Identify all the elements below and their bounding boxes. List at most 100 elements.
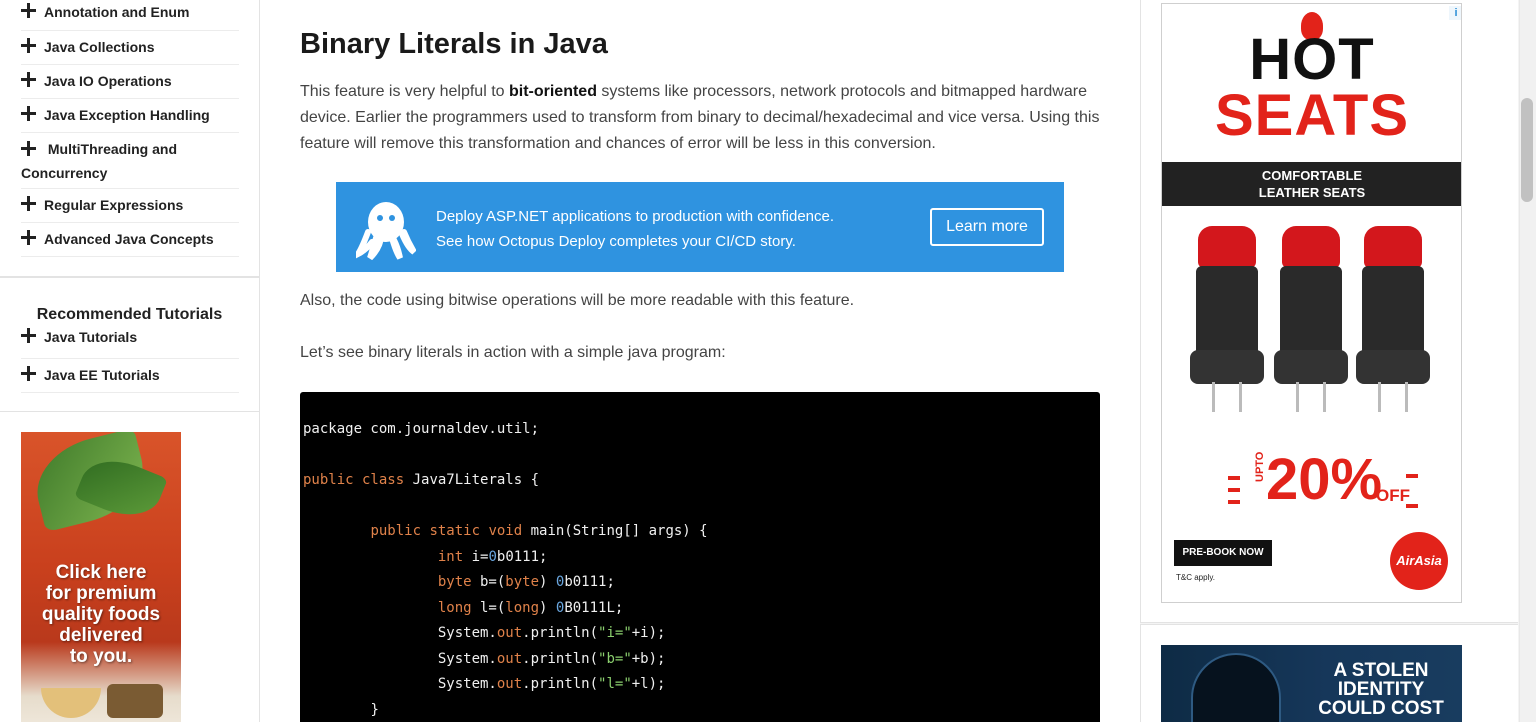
seat-image — [1274, 222, 1348, 412]
prebook-button[interactable]: PRE-BOOK NOW — [1174, 540, 1272, 566]
main-content: Binary Literals in Java This feature is … — [260, 0, 1140, 722]
food-bowl-image — [41, 688, 101, 718]
right-ad-container: i x HOT SEATS COMFORTABLE LEATHER SEATS — [1140, 0, 1518, 623]
plus-icon — [21, 106, 36, 121]
article-paragraph: Also, the code using bitwise operations … — [300, 292, 855, 309]
sidebar-item-exception-handling[interactable]: Java Exception Handling — [21, 99, 239, 133]
plus-icon — [21, 328, 36, 343]
code-keyword: byte — [505, 574, 540, 590]
ad-headline-seats: SEATS — [1214, 83, 1410, 148]
recommended-tutorials: Recommended Tutorials Java Tutorials Jav… — [0, 277, 260, 412]
bold-term: bit-oriented — [508, 83, 597, 100]
recommended-list: Java Tutorials Java EE Tutorials — [0, 325, 259, 393]
code-text: } — [370, 701, 379, 718]
ad-off-label: OFF — [1376, 486, 1410, 505]
learn-more-button[interactable]: Learn more — [930, 208, 1044, 246]
code-number: 0 — [488, 548, 497, 565]
scrollbar-thumb[interactable] — [1521, 98, 1533, 202]
sidebar-item-label: Java IO Operations — [44, 73, 172, 89]
terms-text: T&C apply. — [1176, 573, 1215, 582]
right-sidebar: i x HOT SEATS COMFORTABLE LEATHER SEATS — [1140, 0, 1520, 722]
article-paragraph: This feature is very helpful to bit-orie… — [300, 79, 1100, 157]
sidebar-item-regular-expressions[interactable]: Regular Expressions — [21, 189, 239, 223]
banner-text: Deploy ASP.NET applications to productio… — [436, 204, 916, 254]
food-dish-image — [107, 684, 163, 718]
code-keyword: long — [437, 599, 472, 616]
food-ad-banner[interactable]: Click here for premium quality foods del… — [21, 432, 181, 722]
plus-icon — [21, 366, 36, 381]
sidebar-item-advanced-java[interactable]: Advanced Java Concepts — [21, 223, 239, 257]
code-text: .println( — [522, 650, 599, 667]
code-string: "i=" — [598, 625, 632, 641]
code-keyword: int — [437, 548, 464, 565]
code-string: "l=" — [598, 676, 632, 692]
octopus-ad-banner[interactable]: Deploy ASP.NET applications to productio… — [336, 182, 1064, 272]
code-text: b=( — [471, 574, 506, 590]
plus-icon — [21, 196, 36, 211]
sidebar-item-annotation-enum[interactable]: Annotation and Enum — [21, 0, 239, 31]
article-paragraph: Let’s see binary literals in action with… — [300, 344, 726, 361]
code-text: +l); — [631, 676, 666, 692]
ad-subheadline: COMFORTABLE LEATHER SEATS — [1162, 162, 1461, 206]
seat-legs — [1378, 382, 1408, 412]
sidebar-item-java-ee-tutorials[interactable]: Java EE Tutorials — [21, 359, 239, 393]
code-line: package com.journaldev.util; — [303, 421, 540, 437]
code-keyword: public static void — [370, 523, 523, 539]
seat-cushion — [1274, 350, 1348, 384]
code-text: .println( — [522, 625, 599, 641]
sidebar-item-java-collections[interactable]: Java Collections — [21, 31, 239, 65]
code-field: out — [496, 625, 523, 641]
plus-icon — [21, 230, 36, 245]
category-nav: Annotation and Enum Java Collections Jav… — [0, 0, 260, 277]
seat-legs — [1296, 382, 1326, 412]
code-text: b0111; — [564, 574, 615, 590]
code-field: out — [496, 676, 523, 692]
left-sidebar: Annotation and Enum Java Collections Jav… — [0, 0, 260, 722]
decor-dash — [1406, 474, 1418, 478]
seat-headrest — [1198, 226, 1256, 268]
sidebar-item-multithreading[interactable]: MultiThreading and Concurrency — [21, 133, 239, 189]
right-ad-container-2: A STOLEN IDENTITY COULD COST — [1140, 624, 1518, 722]
decor-dash — [1228, 500, 1240, 504]
code-text: main(String[] args) { — [522, 523, 708, 539]
code-text: .println( — [522, 676, 599, 692]
plus-icon — [21, 72, 36, 87]
code-keyword: public class — [303, 472, 405, 488]
seat-cushion — [1190, 350, 1264, 384]
info-icon[interactable]: i — [1449, 6, 1461, 20]
seat-back — [1196, 266, 1258, 356]
code-block[interactable]: package com.journaldev.util; public clas… — [300, 392, 1100, 722]
sidebar-item-java-io[interactable]: Java IO Operations — [21, 65, 239, 99]
decor-dash — [1406, 504, 1418, 508]
decor-dash — [1228, 476, 1240, 480]
seat-back — [1280, 266, 1342, 356]
code-text: Java7Literals { — [404, 472, 540, 488]
seats-image — [1182, 222, 1442, 422]
decor-dash — [1228, 488, 1240, 492]
sidebar-item-label: Advanced Java Concepts — [44, 231, 214, 247]
sidebar-item-label: Java EE Tutorials — [44, 367, 160, 383]
seat-legs — [1212, 382, 1242, 412]
banner-line: See how Octopus Deploy completes your CI… — [436, 233, 796, 250]
ad-choices[interactable]: i x — [1449, 6, 1461, 20]
recommended-title: Recommended Tutorials — [36, 306, 223, 323]
left-ad-container: Click here for premium quality foods del… — [0, 412, 260, 722]
code-text: +b); — [631, 650, 666, 667]
code-text: ) — [539, 599, 556, 616]
octopus-icon — [356, 202, 416, 260]
code-text: +i); — [631, 625, 666, 641]
code-text: System. — [437, 625, 497, 641]
banner-line: Deploy ASP.NET applications to productio… — [436, 208, 835, 225]
hooded-figure-image — [1191, 653, 1281, 722]
airasia-ad-banner[interactable]: i x HOT SEATS COMFORTABLE LEATHER SEATS — [1161, 3, 1462, 603]
identity-theft-ad-banner[interactable]: A STOLEN IDENTITY COULD COST — [1161, 645, 1462, 722]
sidebar-item-java-tutorials[interactable]: Java Tutorials — [21, 325, 239, 359]
code-text: B0111L; — [564, 599, 624, 616]
sidebar-item-label: Annotation and Enum — [44, 4, 190, 20]
page: Annotation and Enum Java Collections Jav… — [0, 0, 1536, 722]
code-text: b0111; — [496, 548, 548, 565]
paragraph-text: This feature is very helpful to — [300, 83, 509, 100]
ad-discount: 20% — [1266, 447, 1383, 512]
code-text: System. — [437, 676, 497, 692]
